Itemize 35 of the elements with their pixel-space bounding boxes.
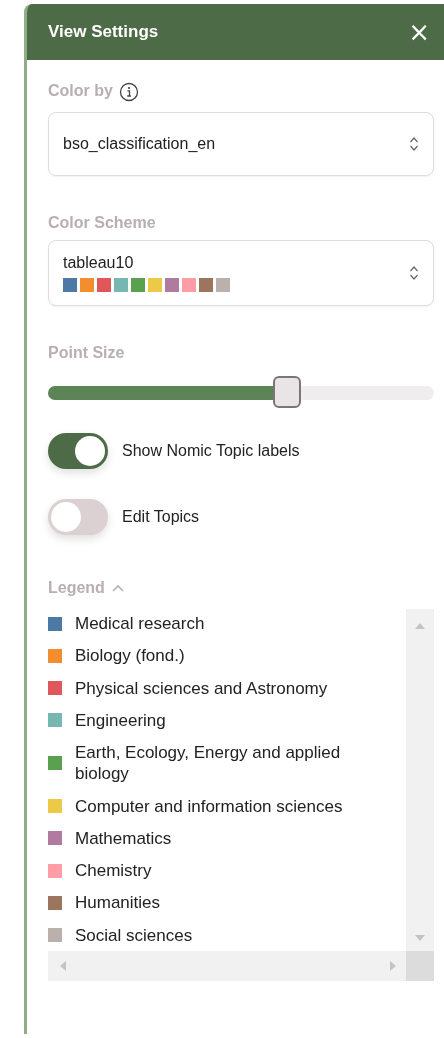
horizontal-scrollbar[interactable]	[48, 951, 406, 981]
select-field[interactable]: tableau10	[48, 240, 434, 306]
scroll-left-icon[interactable]	[60, 961, 66, 971]
legend-label: Biology (fond.)	[75, 645, 186, 667]
toggle-label: Show Nomic Topic labels	[122, 442, 300, 460]
chevron-updown-icon	[409, 265, 419, 281]
legend-label: Computer and information sciences	[75, 795, 344, 817]
scroll-right-icon[interactable]	[390, 961, 396, 971]
vertical-scrollbar[interactable]	[406, 609, 434, 951]
scroll-up-icon[interactable]	[415, 623, 425, 629]
legend-label: Medical research	[75, 613, 206, 635]
field-label: Point Size	[48, 344, 125, 362]
scrollbar-corner	[406, 951, 434, 981]
legend-label: Physical sciences and Astronomy	[75, 677, 329, 699]
scroll-down-icon[interactable]	[415, 935, 425, 941]
select-field[interactable]: bso_classification_en	[48, 112, 434, 176]
section-title: Legend	[48, 579, 105, 597]
close-button[interactable]: ×	[406, 19, 432, 45]
info-icon[interactable]	[118, 82, 139, 102]
legend-label: Mathematics	[75, 827, 173, 849]
legend-label: Social sciences	[75, 924, 194, 946]
caret-icon[interactable]	[110, 583, 125, 593]
field-label: Color by	[48, 82, 113, 100]
legend-label: Humanities	[75, 892, 162, 914]
window-title: View Settings	[48, 22, 159, 42]
toggle-switch[interactable]	[48, 433, 108, 469]
legend-label: Earth, Ecology, Energy and applied biology	[75, 742, 342, 785]
field-label: Color Scheme	[48, 214, 156, 232]
toggle-switch[interactable]	[48, 499, 108, 535]
legend-label: Engineering	[75, 709, 167, 731]
slider-handle[interactable]	[273, 376, 302, 408]
chevron-updown-icon	[409, 136, 419, 152]
toggle-label: Edit Topics	[122, 508, 200, 526]
select-value: tableau10	[63, 254, 135, 272]
legend-label: Chemistry	[75, 860, 153, 882]
